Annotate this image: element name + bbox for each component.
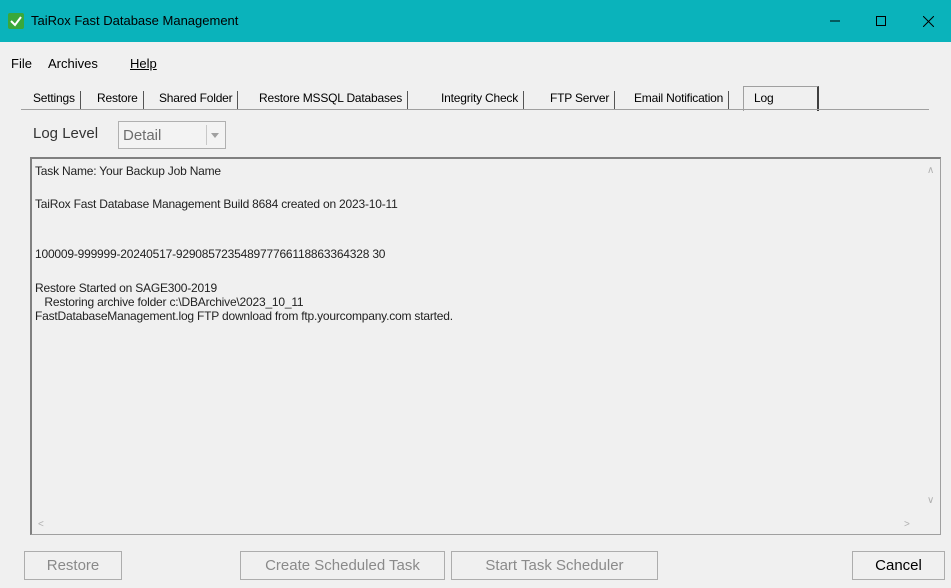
tab-divider bbox=[21, 109, 929, 110]
tab-strip: Settings Restore Shared Folder Restore M… bbox=[0, 85, 951, 111]
chevron-down-icon[interactable] bbox=[206, 125, 223, 145]
scroll-up-icon[interactable]: ∧ bbox=[927, 165, 934, 176]
tab-shared-folder[interactable]: Shared Folder bbox=[159, 91, 239, 109]
log-level-dropdown[interactable]: Detail bbox=[118, 121, 226, 149]
tab-restore[interactable]: Restore bbox=[97, 91, 144, 109]
scroll-right-icon[interactable]: > bbox=[904, 519, 910, 530]
tab-email-notification[interactable]: Email Notification bbox=[634, 91, 730, 109]
scroll-down-icon[interactable]: ∨ bbox=[927, 495, 934, 506]
title-bar[interactable]: TaiRox Fast Database Management bbox=[0, 0, 951, 42]
tab-ftp-server[interactable]: FTP Server bbox=[550, 91, 616, 109]
log-line: Restoring archive folder c:\DBArchive\20… bbox=[35, 295, 304, 309]
log-line: Restore Started on SAGE300-2019 bbox=[35, 281, 217, 295]
tab-integrity-check[interactable]: Integrity Check bbox=[441, 91, 525, 109]
restore-button[interactable]: Restore bbox=[24, 551, 122, 580]
start-task-scheduler-button[interactable]: Start Task Scheduler bbox=[451, 551, 658, 580]
scroll-left-icon[interactable]: < bbox=[38, 519, 44, 530]
cancel-button[interactable]: Cancel bbox=[852, 551, 945, 580]
window-title: TaiRox Fast Database Management bbox=[31, 13, 239, 28]
menu-help[interactable]: Help bbox=[130, 56, 157, 71]
log-level-label: Log Level bbox=[33, 125, 99, 142]
log-line: Task Name: Your Backup Job Name bbox=[35, 164, 221, 178]
menu-archives[interactable]: Archives bbox=[48, 56, 98, 71]
minimize-icon bbox=[830, 20, 840, 22]
menu-file[interactable]: File bbox=[11, 56, 32, 71]
log-line: TaiRox Fast Database Management Build 86… bbox=[35, 197, 398, 211]
tab-restore-mssql-databases[interactable]: Restore MSSQL Databases bbox=[259, 91, 409, 109]
menu-bar: File Archives Help bbox=[0, 52, 951, 74]
close-icon bbox=[922, 15, 934, 27]
log-level-value: Detail bbox=[123, 127, 162, 144]
log-line: 100009-999999-20240517-92908572354897776… bbox=[35, 247, 386, 261]
create-scheduled-task-button[interactable]: Create Scheduled Task bbox=[240, 551, 445, 580]
tab-log[interactable]: Log bbox=[743, 86, 820, 111]
menu-help-label: Help bbox=[130, 56, 157, 71]
minimize-button[interactable] bbox=[812, 0, 858, 42]
maximize-icon bbox=[876, 16, 886, 26]
maximize-button[interactable] bbox=[858, 0, 904, 42]
vertical-scrollbar[interactable]: ∧ ∨ bbox=[923, 159, 940, 517]
log-line: FastDatabaseManagement.log FTP download … bbox=[35, 309, 453, 323]
app-logo-icon bbox=[8, 13, 24, 29]
horizontal-scrollbar[interactable]: < > bbox=[32, 517, 924, 534]
tab-settings[interactable]: Settings bbox=[33, 91, 81, 109]
log-text-area[interactable]: Task Name: Your Backup Job Name TaiRox F… bbox=[30, 157, 941, 535]
close-button[interactable] bbox=[905, 0, 951, 42]
